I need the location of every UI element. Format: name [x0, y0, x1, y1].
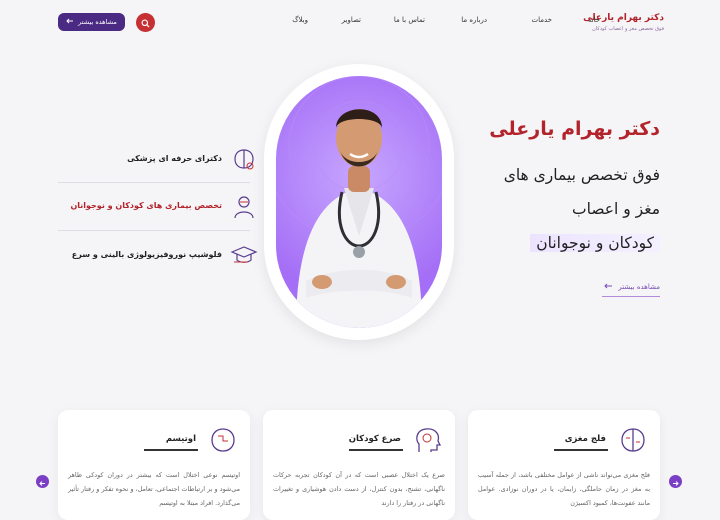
feature-label: تخصص بیماری های کودکان و نوجوانان — [70, 201, 222, 210]
hero-line-1: فوق تخصص بیماری های — [503, 166, 660, 184]
arrow-right-icon — [672, 472, 679, 491]
divider — [58, 230, 250, 231]
feature-item: دکترای حرفه ای پزشکی — [58, 146, 258, 186]
feature-item: فلوشیپ نوروفیزیولوژی بالینی و سرع — [58, 242, 258, 282]
card-title-underline — [554, 449, 608, 451]
nav-blog[interactable]: وبلاگ — [292, 16, 308, 24]
hero-link-label: مشاهده بیشتر — [618, 283, 660, 291]
view-more-label: مشاهده بیشتر — [78, 18, 117, 26]
feature-label: دکترای حرفه ای پزشکی — [127, 154, 222, 163]
nav-contact[interactable]: تماس با ما — [394, 16, 425, 24]
main-nav: خانه خدمات درباره ما تماس با ما تصاویر و… — [280, 16, 600, 30]
card-title: اوتیسم — [165, 434, 196, 444]
brain-circuit-icon — [230, 146, 258, 174]
feature-label: فلوشیپ نوروفیزیولوژی بالینی و سرع — [71, 250, 222, 259]
hero-title: دکتر بهرام یارعلی — [489, 118, 660, 140]
divider — [58, 182, 250, 183]
carousel-prev-button[interactable] — [36, 475, 49, 488]
nav-about[interactable]: درباره ما — [461, 16, 487, 24]
brain-circuit-icon — [616, 424, 650, 458]
doctor-icon — [230, 193, 258, 221]
arrow-left-icon — [604, 283, 613, 291]
carousel-next-button[interactable] — [669, 475, 682, 488]
card-title: صرع کودکان — [348, 434, 401, 444]
arrow-left-icon — [39, 472, 46, 491]
hero-link-underline — [602, 296, 660, 297]
feature-item: تخصص بیماری های کودکان و نوجوانان — [58, 193, 258, 233]
nav-home[interactable]: خانه — [588, 16, 600, 24]
card-title: فلج مغزی — [564, 434, 606, 444]
brain-puzzle-icon — [206, 424, 240, 458]
doctor-portrait — [276, 76, 442, 328]
search-button[interactable] — [136, 13, 155, 32]
nav-gallery[interactable]: تصاویر — [342, 16, 361, 24]
nav-services[interactable]: خدمات — [532, 16, 552, 24]
view-more-button[interactable]: مشاهده بیشتر — [58, 13, 125, 31]
card-title-underline — [349, 449, 403, 451]
brain-head-icon — [411, 424, 445, 458]
hero-view-more-link[interactable]: مشاهده بیشتر — [604, 283, 660, 291]
hero-line-3: کودکان و نوجوانان — [530, 234, 660, 252]
hero-line-2: مغز و اعصاب — [572, 200, 660, 218]
card-title-underline — [144, 449, 198, 451]
arrow-left-icon — [66, 18, 74, 26]
search-icon — [141, 13, 150, 32]
graduation-cap-icon — [230, 242, 258, 270]
